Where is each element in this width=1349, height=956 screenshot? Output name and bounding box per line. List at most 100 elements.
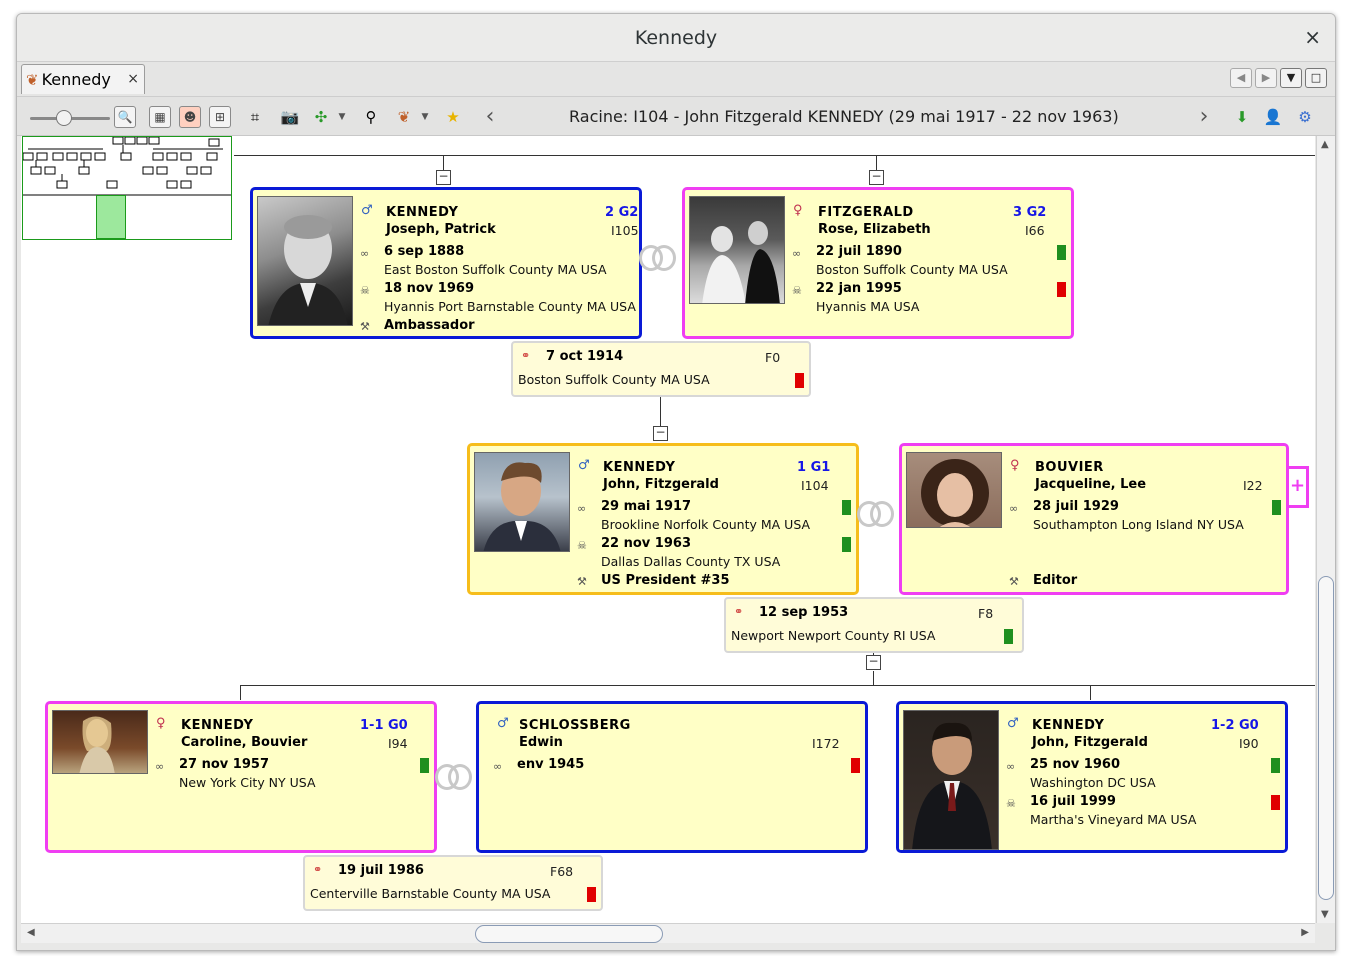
- tab-scroll-left-button[interactable]: ◀: [1230, 68, 1252, 88]
- family-card-f0[interactable]: ⚭ 7 oct 1914 F0 Boston Suffolk County MA…: [511, 341, 811, 397]
- birth-icon: ∞: [1006, 760, 1016, 773]
- tab-kennedy[interactable]: ❦ Kennedy ×: [21, 64, 145, 94]
- generation-label: 1 G1: [797, 460, 831, 475]
- birth-icon: ∞: [792, 247, 802, 260]
- source-flag-red: [1057, 282, 1066, 297]
- birth-icon: ∞: [1009, 502, 1019, 515]
- source-flag-green: [842, 537, 851, 552]
- source-flag-green: [842, 500, 851, 515]
- person-id: I90: [1239, 736, 1259, 751]
- expand-spouses-button[interactable]: +: [1289, 466, 1309, 508]
- marriage-date: 19 juil 1986: [338, 863, 424, 878]
- birth-place: Washington DC USA: [1030, 775, 1156, 790]
- family-card-f8[interactable]: ⚭ 12 sep 1953 F8 Newport Newport County …: [724, 597, 1024, 653]
- horizontal-scroll-thumb[interactable]: [475, 925, 663, 943]
- settings-gear-icon[interactable]: ⚙: [1294, 106, 1316, 128]
- marriage-place: Centerville Barnstable County MA USA: [310, 886, 551, 901]
- death-icon: ☠: [360, 284, 370, 297]
- tab-scroll-right-button[interactable]: ▶: [1255, 68, 1277, 88]
- zoom-slider-knob[interactable]: [56, 110, 72, 126]
- family-card-f68[interactable]: ⚭ 19 juil 1986 F68 Centerville Barnstabl…: [303, 855, 603, 911]
- tree-canvas[interactable]: − − − − ♂ KENNEDY 2 G2 Joseph, Patrick I…: [21, 136, 1315, 923]
- maximize-button[interactable]: □: [1305, 68, 1327, 88]
- root-dropdown-icon[interactable]: ▼: [420, 106, 430, 128]
- person-card-spouse[interactable]: ♀ BOUVIER Jacqueline, Lee I22 ∞ 28 juil …: [899, 443, 1289, 595]
- occupation: Editor: [1033, 573, 1078, 588]
- app-window: Kennedy × ❦ Kennedy × ◀ ▶ ▼ □ 🔍 ▦ ☻ ⊞ ⌗ 📷…: [16, 13, 1336, 951]
- connector-line: [234, 155, 1315, 156]
- person-card-father[interactable]: ♂ KENNEDY 2 G2 Joseph, Patrick I105 ∞ 6 …: [250, 187, 642, 339]
- person-card-root[interactable]: ♂ KENNEDY 1 G1 John, Fitzgerald I104 ∞ 2…: [467, 443, 859, 595]
- source-flag-green: [1271, 758, 1280, 773]
- vertical-scrollbar[interactable]: ▲ ▼: [1316, 136, 1335, 923]
- surname: BOUVIER: [1035, 460, 1104, 475]
- female-icon: ♀: [1010, 458, 1020, 473]
- history-back-button[interactable]: ‹: [479, 106, 501, 128]
- given-names: Joseph, Patrick: [386, 222, 496, 237]
- person-card-child1-spouse[interactable]: ♂ SCHLOSSBERG Edwin I172 ∞ env 1945: [476, 701, 868, 853]
- tab-list-button[interactable]: ▼: [1280, 68, 1302, 88]
- zoom-fit-icon[interactable]: 🔍: [114, 106, 136, 128]
- horizontal-scrollbar[interactable]: ◀ ▶: [21, 923, 1315, 943]
- person-card-mother[interactable]: ♀ FITZGERALD 3 G2 Rose, Elizabeth I66 ∞ …: [682, 187, 1074, 339]
- snapshot-icon[interactable]: 📷: [279, 106, 301, 128]
- death-date: 22 jan 1995: [816, 281, 902, 296]
- birth-place: East Boston Suffolk County MA USA: [384, 262, 607, 277]
- connector-line: [240, 685, 1315, 686]
- collapse-toggle[interactable]: −: [869, 170, 884, 185]
- download-icon[interactable]: ⬇: [1231, 106, 1253, 128]
- person-id: I104: [801, 478, 829, 493]
- scroll-right-icon[interactable]: ▶: [1301, 927, 1309, 938]
- family-view-icon[interactable]: ☻: [179, 106, 201, 128]
- birth-icon: ∞: [577, 502, 587, 515]
- fold-icon[interactable]: ⊞: [209, 106, 231, 128]
- death-date: 18 nov 1969: [384, 281, 474, 296]
- tab-close-icon[interactable]: ×: [127, 71, 139, 87]
- occupation-icon: ⚒: [1009, 575, 1019, 588]
- death-icon: ☠: [577, 539, 587, 552]
- tree-root-icon[interactable]: ❦: [393, 106, 415, 128]
- minimap-viewport[interactable]: [96, 195, 126, 239]
- source-flag-red: [795, 373, 804, 388]
- death-date: 16 juil 1999: [1030, 794, 1116, 809]
- surname: KENNEDY: [181, 718, 254, 733]
- history-forward-button[interactable]: ›: [1193, 106, 1215, 128]
- person-id: I172: [812, 736, 840, 751]
- fit-frame-icon[interactable]: ⌗: [244, 106, 266, 128]
- scroll-down-icon[interactable]: ▼: [1321, 909, 1329, 920]
- given-names: John, Fitzgerald: [1032, 735, 1148, 750]
- marriage-rings-icon: [639, 245, 677, 273]
- collapse-toggle[interactable]: −: [866, 655, 881, 670]
- person-card-child1[interactable]: ♀ KENNEDY 1-1 G0 Caroline, Bouvier I94 ∞…: [45, 701, 437, 853]
- overview-minimap[interactable]: [22, 136, 232, 240]
- vertical-scroll-thumb[interactable]: [1318, 576, 1334, 900]
- collapse-toggle[interactable]: −: [436, 170, 451, 185]
- tree-view-icon[interactable]: ▦: [149, 106, 171, 128]
- portrait-photo: [474, 452, 570, 552]
- expand-dropdown-icon[interactable]: ▼: [337, 106, 347, 128]
- birth-date: 25 nov 1960: [1030, 757, 1120, 772]
- scroll-up-icon[interactable]: ▲: [1321, 139, 1329, 150]
- toolbar: 🔍 ▦ ☻ ⊞ ⌗ 📷 ✣ ▼ ⚲ ❦ ▼ ★ ‹ Racine: I104 -…: [17, 96, 1335, 136]
- close-window-button[interactable]: ×: [1304, 25, 1321, 49]
- person-id: I94: [388, 736, 408, 751]
- source-flag-green: [1272, 500, 1281, 515]
- scroll-left-icon[interactable]: ◀: [27, 927, 35, 938]
- collapse-toggle[interactable]: −: [653, 426, 668, 441]
- generation-label: 2 G2: [605, 205, 639, 220]
- person-icon[interactable]: 👤: [1262, 106, 1284, 128]
- death-place: Dallas Dallas County TX USA: [601, 554, 781, 569]
- marriage-rings-icon: [435, 764, 473, 792]
- death-place: Hyannis MA USA: [816, 299, 920, 314]
- surname: KENNEDY: [386, 205, 459, 220]
- person-card-child2[interactable]: ♂ KENNEDY 1-2 G0 John, Fitzgerald I90 ∞ …: [896, 701, 1288, 853]
- zoom-slider[interactable]: [30, 110, 110, 126]
- connector-line: [1090, 685, 1091, 700]
- birth-place: Brookline Norfolk County MA USA: [601, 517, 811, 532]
- expand-icon[interactable]: ✣: [310, 106, 332, 128]
- link-icon[interactable]: ⚲: [360, 106, 382, 128]
- bookmark-star-icon[interactable]: ★: [442, 106, 464, 128]
- birth-icon: ∞: [493, 760, 503, 773]
- marriage-place: Newport Newport County RI USA: [731, 628, 936, 643]
- tab-label: Kennedy: [41, 70, 111, 89]
